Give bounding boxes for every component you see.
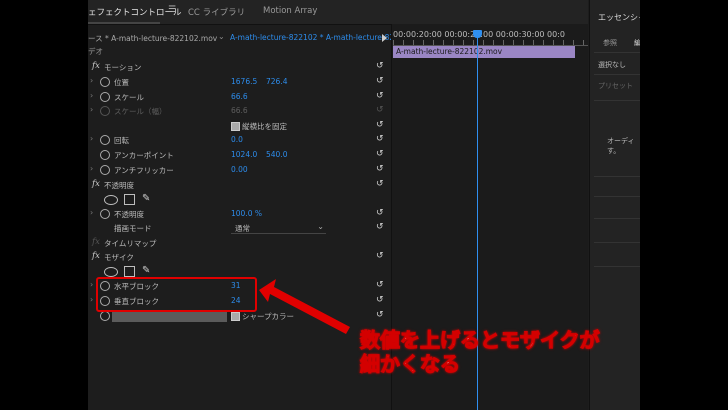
screenshot-frame: ェフェクトコントロール ☰ CC ライブラリ Motion Array ース *… bbox=[0, 0, 728, 410]
annotation-line-2: 細かくなる bbox=[360, 352, 461, 377]
annotation-text: 数値を上げるとモザイクが 細かくなる bbox=[360, 328, 601, 377]
annotation-line-1: 数値を上げるとモザイクが bbox=[360, 328, 601, 353]
arrow-shape bbox=[259, 279, 350, 334]
